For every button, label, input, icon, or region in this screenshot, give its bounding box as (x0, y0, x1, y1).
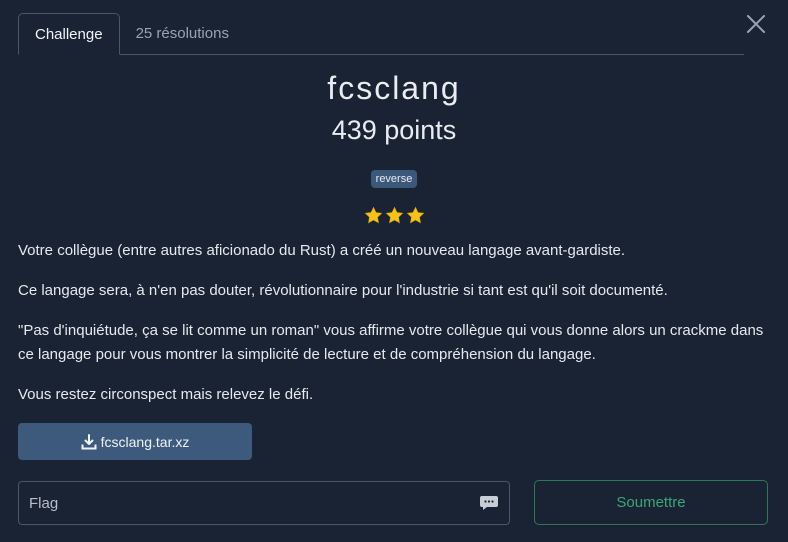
download-file-name: fcsclang.tar.xz (100, 433, 190, 450)
challenge-title: fcsclang (327, 70, 461, 106)
challenge-points: 439 points (331, 115, 457, 145)
chat-bubble-icon[interactable] (479, 495, 499, 511)
download-icon (81, 433, 97, 449)
close-icon (747, 15, 765, 33)
flag-input[interactable] (19, 494, 479, 512)
challenge-modal: Challenge 25 résolutions fcsclang 439 po… (0, 0, 788, 542)
challenge-description: Votre collègue (entre autres aficionado … (18, 239, 770, 423)
star-icon (406, 206, 424, 224)
tab-challenge[interactable]: Challenge (18, 13, 120, 55)
flag-field (18, 481, 510, 525)
tab-bar: Challenge 25 résolutions (18, 12, 744, 55)
description-paragraph: Vous restez circonspect mais relevez le … (18, 386, 314, 403)
submit-button[interactable]: Soumettre (534, 480, 768, 525)
difficulty-rating (0, 206, 788, 230)
close-button[interactable] (744, 12, 768, 36)
star-icon (364, 206, 382, 224)
description-paragraph: "Pas d'inquiétude, ça se lit comme un ro… (18, 322, 764, 363)
tab-resolutions[interactable]: 25 résolutions (120, 13, 245, 54)
download-file-button[interactable]: fcsclang.tar.xz (18, 423, 252, 460)
category-tag[interactable]: reverse (370, 170, 418, 188)
description-paragraph: Ce langage sera, à n'en pas douter, révo… (18, 282, 668, 299)
star-icon (385, 206, 403, 224)
description-paragraph: Votre collègue (entre autres aficionado … (18, 242, 626, 259)
